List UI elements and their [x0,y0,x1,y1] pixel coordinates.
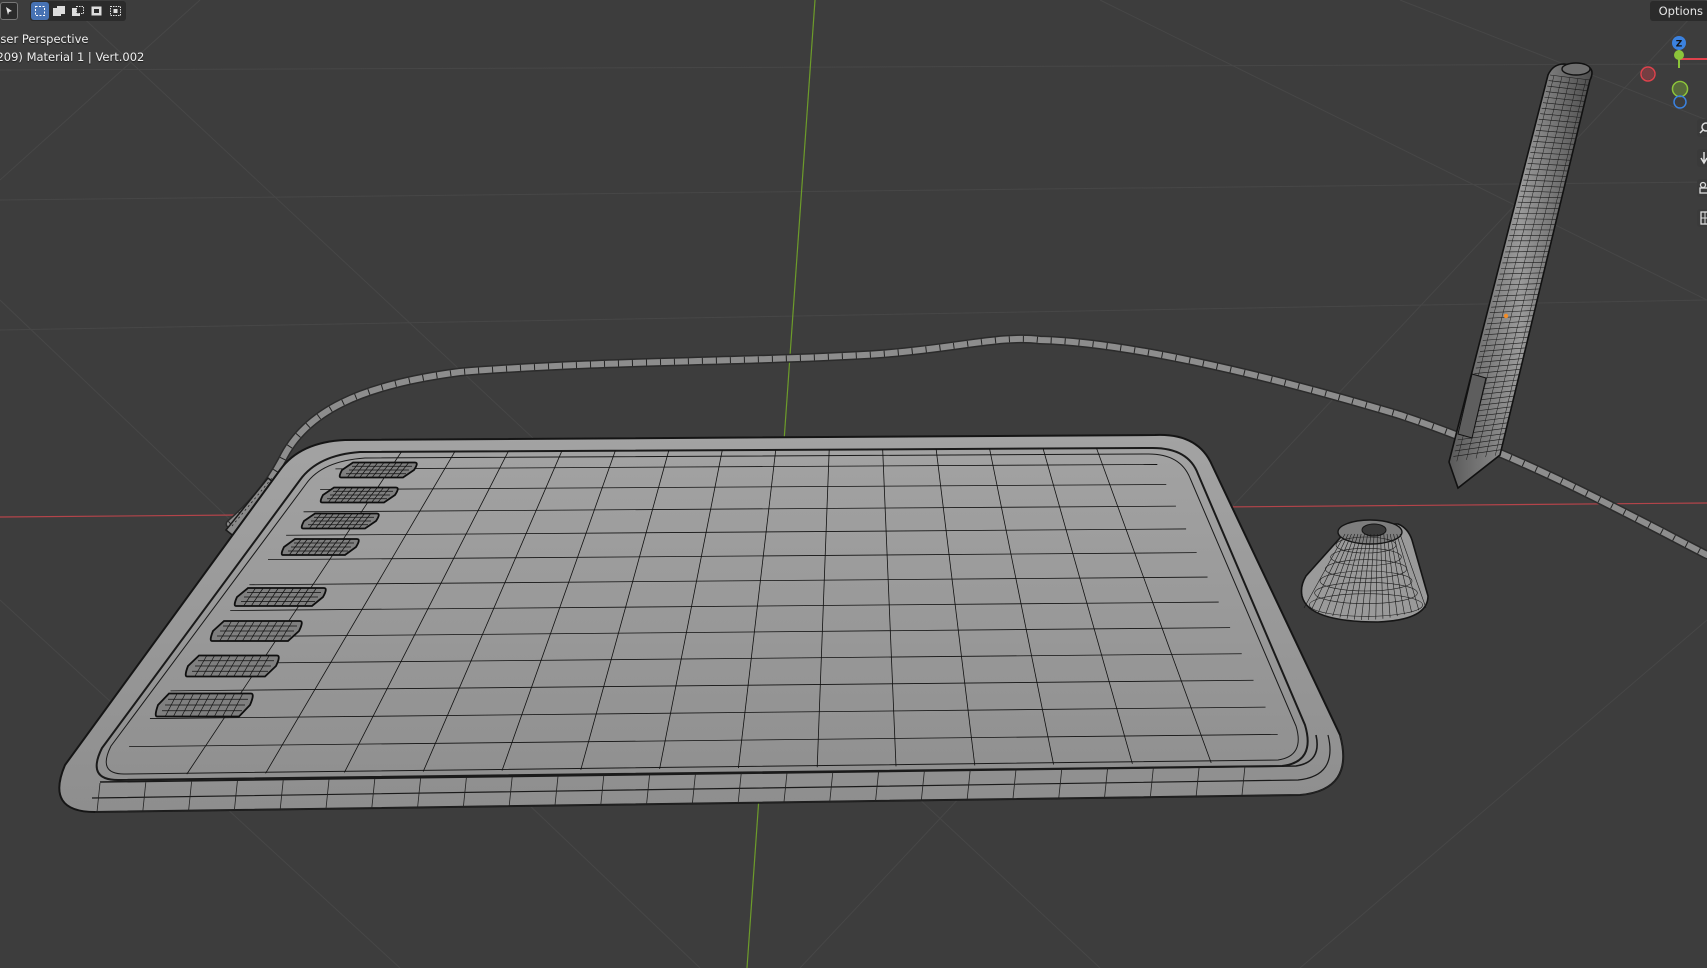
express-key-3[interactable] [300,512,380,530]
select-new-icon [35,6,45,16]
pen-long-line [1475,77,1571,459]
navigation-gizmo[interactable]: Z [1640,34,1707,110]
pen-holder-mesh[interactable] [1300,519,1429,623]
view-name-label: User Perspective [0,32,89,46]
selection-mode-group [30,1,126,21]
express-key-6[interactable] [209,620,303,642]
mode-extend-button[interactable] [50,2,68,20]
express-key-8[interactable] [154,692,254,718]
mode-difference-button[interactable] [88,2,106,20]
gizmo-neg-z-axis[interactable] [1673,95,1687,109]
pan-icon[interactable] [1697,149,1707,167]
stylus-pen-mesh[interactable] [1448,62,1593,490]
express-key-7[interactable] [184,654,280,678]
floor-grid-line [1099,0,1707,301]
select-difference-icon [91,6,102,16]
mode-subtract-button[interactable] [69,2,87,20]
viewport-header-tools [0,0,126,22]
mode-intersect-button[interactable] [107,2,125,20]
object-info-label: (209) Material 1 | Vert.002 [0,50,145,64]
mode-set-button[interactable] [31,2,49,20]
gizmo-y-axis-back[interactable] [1674,50,1684,60]
options-button[interactable]: Options [1649,1,1707,21]
floor-grid-line [0,0,201,181]
origin-point [1503,313,1509,319]
zoom-icon[interactable] [1697,119,1707,137]
floor-grid-line [0,63,1707,71]
select-intersect-icon [110,6,121,16]
select-tool-button[interactable] [0,2,18,20]
floor-grid-line [0,181,1707,201]
3d-viewport[interactable]: User Perspective (209) Material 1 | Vert… [0,0,1707,968]
gizmo-neg-x-fill [1642,68,1654,80]
tablet-mesh[interactable] [58,433,1345,814]
scene-canvas[interactable] [0,0,1707,968]
express-key-1[interactable] [338,461,418,479]
floor-grid-line [1299,619,1707,968]
ortho-grid-icon[interactable] [1697,209,1707,227]
gizmo-z-label: Z [1676,40,1683,50]
select-subtract-icon [72,6,84,16]
gizmo-neg-y-fill [1673,82,1687,96]
select-extend-icon [53,6,65,16]
camera-icon[interactable] [1697,179,1707,197]
express-key-2[interactable] [319,486,399,504]
express-key-4[interactable] [280,538,360,556]
floor-grid-line [0,299,1707,331]
express-key-5[interactable] [233,587,327,607]
cursor-icon [6,7,12,15]
